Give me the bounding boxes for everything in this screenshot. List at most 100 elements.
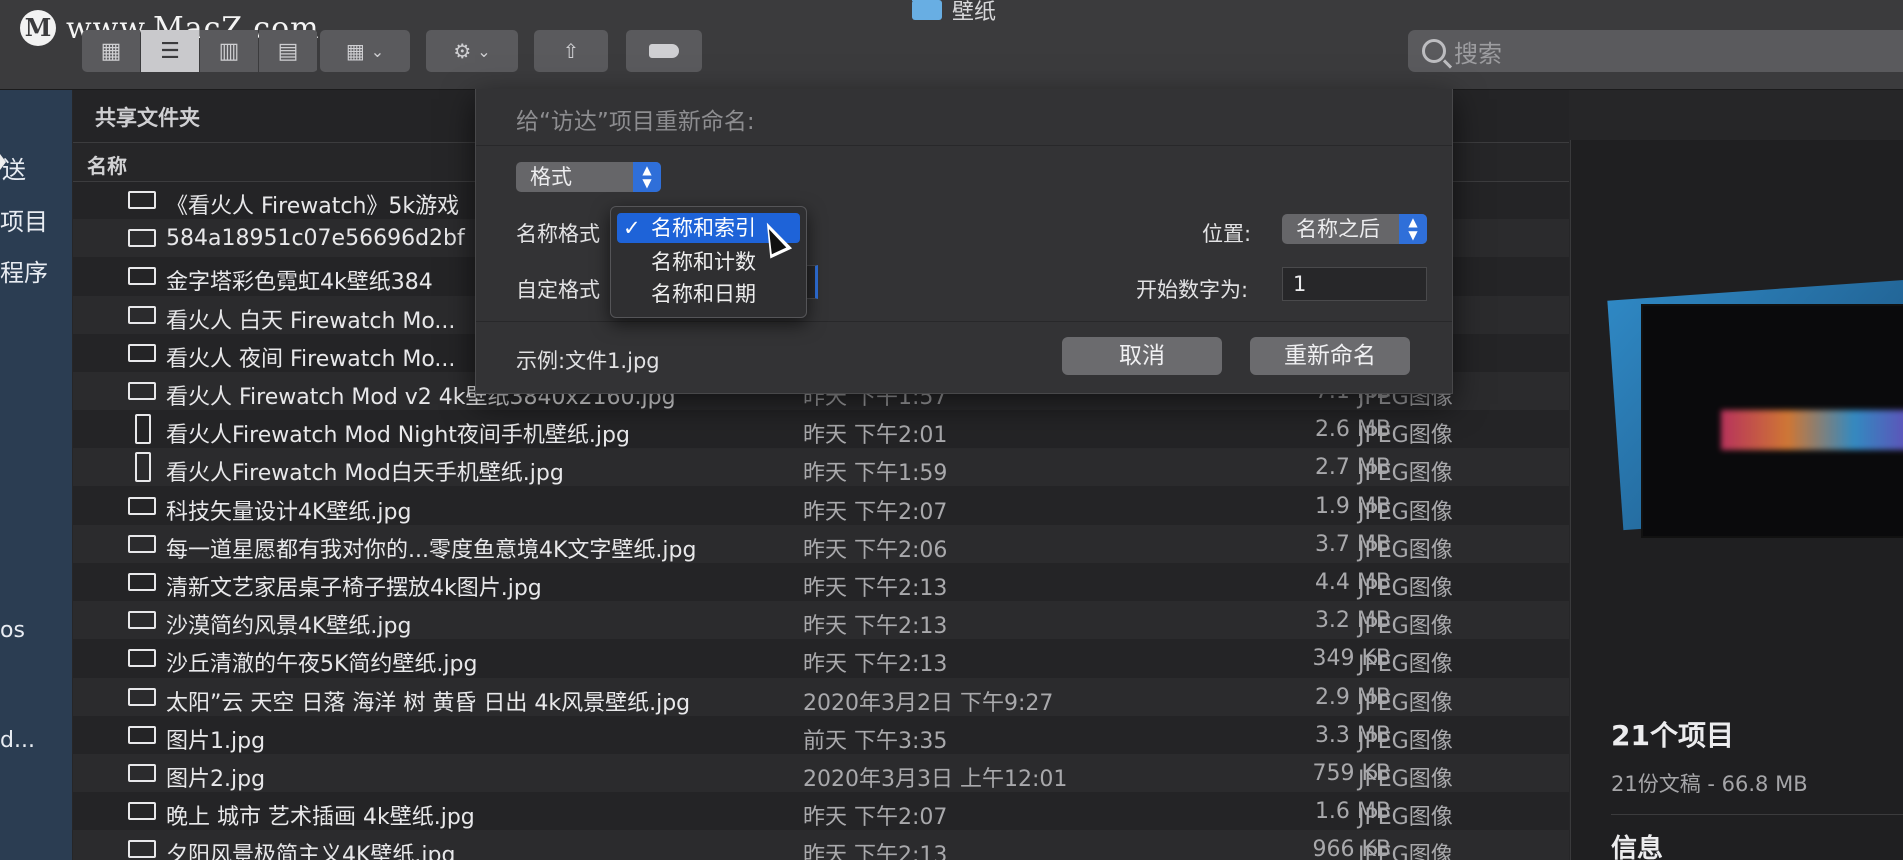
sidebar-item[interactable]: 项目 [0, 202, 48, 237]
image-file-icon [128, 229, 156, 247]
table-row[interactable]: 沙漠简约风景4K壁纸.jpg 昨天 下午2:13 3.2 MB JPEG图像 [73, 601, 1569, 639]
file-name: 沙漠简约风景4K壁纸.jpg [166, 614, 412, 639]
divider [1611, 814, 1903, 815]
rename-mode-popup[interactable]: 格式 ▲ ▼ [516, 162, 661, 192]
position-label: 位置: [1202, 222, 1252, 246]
image-file-icon [128, 267, 156, 285]
share-icon: ⇧ [562, 39, 580, 63]
file-name: 金字塔彩色霓虹4k壁纸384 [166, 270, 433, 295]
sidebar-item[interactable]: os [0, 618, 25, 643]
table-row[interactable]: 图片1.jpg 前天 下午3:35 3.3 MB JPEG图像 [73, 716, 1569, 754]
menu-item-label: 名称和计数 [651, 250, 756, 274]
file-kind: JPEG图像 [1358, 576, 1453, 601]
position-popup[interactable]: 名称之后 ▲ ▼ [1282, 214, 1427, 244]
file-date: 2020年3月2日 下午9:27 [803, 691, 1054, 716]
table-row[interactable]: 看火人Firewatch Mod白天手机壁纸.jpg 昨天 下午1:59 2.7 M… [73, 448, 1569, 486]
start-number-field[interactable]: 1 [1282, 267, 1427, 301]
image-file-icon [128, 573, 156, 591]
share-button[interactable]: ⇧ [534, 30, 608, 72]
table-row[interactable]: 沙丘清澈的午夜5K简约壁纸.jpg 昨天 下午2:13 349 KB JPEG图像 [73, 639, 1569, 677]
table-row[interactable]: 图片2.jpg 2020年3月3日 上午12:01 759 KB JPEG图像 [73, 754, 1569, 792]
sidebar-item[interactable]: d... [0, 728, 35, 753]
image-file-icon [128, 688, 156, 706]
file-kind: JPEG图像 [1358, 461, 1453, 486]
chevron-down-icon: ⌄ [370, 41, 385, 61]
table-row[interactable]: 太阳”云 天空 日落 海洋 树 黄昏 日出 4k风景壁纸.jpg 2020年3月2… [73, 678, 1569, 716]
image-file-icon [128, 497, 156, 515]
cancel-button[interactable]: 取消 [1062, 337, 1222, 375]
table-row[interactable]: 科技矢量设计4K壁纸.jpg 昨天 下午2:07 1.9 MB JPEG图像 [73, 487, 1569, 525]
toolbar: M www.MacZ.com 壁纸 ▦ ☰ ▥ ▤ ▦ ⌄ ⚙ ⌄ ⇧ 搜索 [0, 0, 1903, 90]
folder-icon [912, 0, 942, 20]
table-row[interactable]: 每一道星愿都有我对你的...零度鱼意境4K文字壁纸.jpg 昨天 下午2:06 3.… [73, 525, 1569, 563]
dialog-title: 给“访达”项目重新命名: [516, 109, 755, 135]
file-name: 图片1.jpg [166, 729, 266, 754]
sidebar: 送 项目 程序 os d... [0, 90, 72, 860]
search-placeholder: 搜索 [1454, 39, 1502, 68]
file-name: 看火人Firewatch Mod白天手机壁纸.jpg [166, 461, 564, 486]
file-kind: JPEG图像 [1358, 729, 1453, 754]
preview-pane: 21个项目 21份文稿 - 66.8 MB 信息 [1570, 140, 1903, 860]
file-date: 昨天 下午2:06 [803, 538, 948, 563]
window-title: 壁纸 [912, 0, 996, 26]
stepper-arrows-icon: ▲ ▼ [633, 162, 661, 192]
file-kind: JPEG图像 [1358, 423, 1453, 448]
file-kind: JPEG图像 [1358, 538, 1453, 563]
file-date: 昨天 下午2:01 [803, 423, 948, 448]
tag-button[interactable] [626, 30, 702, 72]
grid-view-icon[interactable]: ▦ [82, 30, 140, 72]
file-kind: JPEG图像 [1358, 614, 1453, 639]
file-name: 看火人Firewatch Mod Night夜间手机壁纸.jpg [166, 423, 630, 448]
column-header-name[interactable]: 名称 [87, 150, 127, 179]
file-date: 昨天 下午2:13 [803, 614, 948, 639]
file-name: 夕阳风景极简主义4K壁纸.jpg [166, 843, 456, 860]
image-file-icon [135, 452, 151, 482]
file-kind: JPEG图像 [1358, 843, 1453, 860]
file-name: 每一道星愿都有我对你的...零度鱼意境4K文字壁纸.jpg [166, 538, 697, 563]
chevron-down-icon: ⌄ [477, 41, 491, 61]
table-row[interactable]: 夕阳风景极简主义4K壁纸.jpg 昨天 下午2:13 966 KB JPEG图像 [73, 830, 1569, 860]
stepper-arrows-icon: ▲ ▼ [1399, 214, 1427, 244]
file-date: 昨天 下午2:13 [803, 576, 948, 601]
file-name: 沙丘清澈的午夜5K简约壁纸.jpg [166, 652, 478, 677]
file-date: 昨天 下午2:13 [803, 652, 948, 677]
image-file-icon [128, 191, 156, 209]
file-name: 看火人 夜间 Firewatch Mo... [166, 347, 456, 372]
list-view-icon[interactable]: ☰ [141, 30, 199, 72]
file-name: 图片2.jpg [166, 767, 266, 792]
image-file-icon [128, 802, 156, 820]
gear-icon: ⚙ [453, 39, 472, 63]
file-date: 昨天 下午1:59 [803, 461, 948, 486]
menu-item-name-and-date[interactable]: 名称和日期 [617, 279, 800, 309]
file-name: 晚上 城市 艺术插画 4k壁纸.jpg [166, 805, 475, 830]
table-row[interactable]: 清新文艺家居桌子椅子摆放4k图片.jpg 昨天 下午2:13 4.4 MB JPEG图… [73, 563, 1569, 601]
gallery-view-icon[interactable]: ▤ [259, 30, 317, 72]
pointer-cursor-icon [0, 154, 6, 170]
file-kind: JPEG图像 [1358, 805, 1453, 830]
file-date: 2020年3月3日 上午12:01 [803, 767, 1068, 792]
position-value: 名称之后 [1296, 217, 1380, 241]
file-date: 昨天 下午2:07 [803, 500, 948, 525]
checkmark-icon: ✓ [623, 216, 641, 240]
group-button[interactable]: ▦ ⌄ [320, 30, 410, 72]
column-view-icon[interactable]: ▥ [200, 30, 258, 72]
action-button[interactable]: ⚙ ⌄ [426, 30, 518, 72]
tag-icon [649, 44, 679, 58]
view-mode-segmented-control: ▦ ☰ ▥ ▤ [82, 30, 318, 72]
file-kind: JPEG图像 [1358, 652, 1453, 677]
image-file-icon [128, 382, 156, 400]
image-file-icon [128, 726, 156, 744]
table-row[interactable]: 看火人Firewatch Mod Night夜间手机壁纸.jpg 昨天 下午2:0… [73, 410, 1569, 448]
image-file-icon [128, 306, 156, 324]
rename-mode-value: 格式 [530, 165, 572, 189]
sidebar-item[interactable]: 程序 [0, 253, 48, 288]
rename-button[interactable]: 重新命名 [1250, 337, 1410, 375]
custom-format-label: 自定格式 [516, 278, 600, 302]
file-date: 前天 下午3:35 [803, 729, 948, 754]
preview-summary: 21份文稿 - 66.8 MB [1611, 772, 1808, 796]
table-row[interactable]: 晚上 城市 艺术插画 4k壁纸.jpg 昨天 下午2:07 1.6 MB JPEG图像 [73, 792, 1569, 830]
search-field[interactable]: 搜索 [1408, 30, 1903, 72]
file-name: 清新文艺家居桌子椅子摆放4k图片.jpg [166, 576, 542, 601]
watermark-logo: M [20, 10, 56, 46]
image-file-icon [128, 764, 156, 782]
